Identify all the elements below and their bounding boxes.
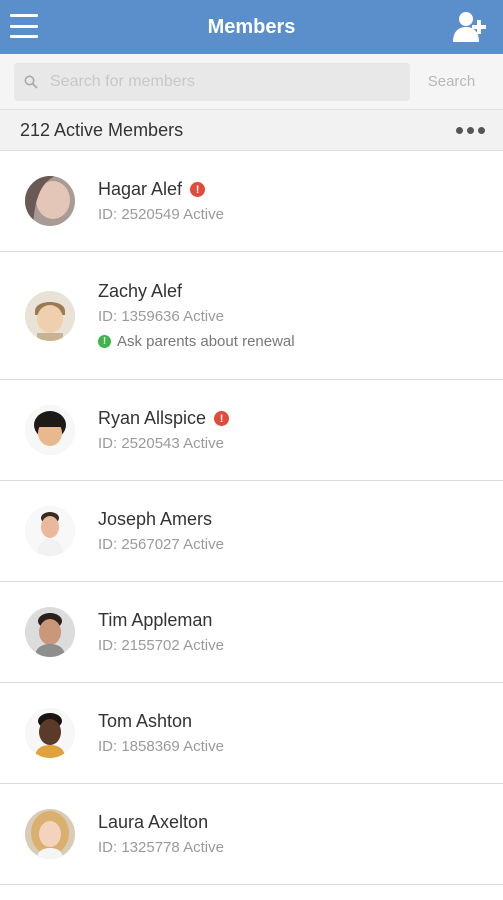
avatar — [25, 176, 75, 226]
member-row[interactable]: Joseph Amers ID: 2567027 Active — [0, 481, 503, 582]
search-field — [14, 62, 410, 101]
member-row[interactable]: Hagar Alef ! ID: 2520549 Active — [0, 151, 503, 252]
member-note: ! Ask parents about renewal — [98, 333, 295, 350]
member-id-status: ID: 2155702 Active — [98, 637, 224, 654]
search-bar: Search — [0, 54, 503, 109]
members-screen: Members Search 212 Active Members — [0, 0, 503, 900]
avatar — [25, 405, 75, 455]
member-name: Tim Appleman — [98, 610, 213, 630]
alert-icon: ! — [214, 411, 230, 426]
member-name: Tom Ashton — [98, 711, 193, 731]
member-name: Laura Axelton — [98, 812, 209, 832]
member-name: Joseph Amers — [98, 509, 213, 529]
avatar — [25, 809, 75, 859]
member-row[interactable]: Ryan Allspice ! ID: 2520543 Active — [0, 380, 503, 481]
active-member-count: 212 Active Members — [20, 119, 184, 140]
member-id-status: ID: 1359636 Active — [98, 308, 224, 325]
member-id-status: ID: 1325778 Active — [98, 839, 224, 856]
note-icon: ! — [98, 335, 111, 348]
member-name: Zachy Alef — [98, 281, 183, 301]
app-header: Members — [0, 0, 503, 54]
avatar — [25, 708, 75, 758]
member-note-text: Ask parents about renewal — [117, 333, 295, 350]
member-id-status: ID: 2520549 Active — [98, 206, 224, 223]
member-id-status: ID: 2567027 Active — [98, 536, 224, 553]
member-name: Hagar Alef — [98, 179, 183, 199]
alert-icon: ! — [190, 182, 206, 197]
more-options-icon[interactable] — [452, 123, 489, 138]
add-member-icon[interactable] — [451, 10, 489, 44]
member-id-status: ID: 1858369 Active — [98, 738, 224, 755]
page-title: Members — [207, 15, 296, 38]
hamburger-menu-icon[interactable] — [10, 14, 38, 38]
avatar — [25, 290, 75, 341]
member-name: Ryan Allspice — [98, 408, 207, 428]
member-row[interactable]: Tom Ashton ID: 1858369 Active — [0, 683, 503, 784]
member-row[interactable]: Tim Appleman ID: 2155702 Active — [0, 582, 503, 683]
search-button[interactable]: Search — [410, 73, 493, 90]
member-row[interactable]: Laura Axelton ID: 1325778 Active — [0, 784, 503, 885]
member-row[interactable]: Zachy Alef ID: 1359636 Active ! Ask pare… — [0, 252, 503, 380]
avatar — [25, 607, 75, 657]
member-count-bar: 212 Active Members — [0, 109, 503, 151]
avatar — [25, 506, 75, 556]
member-list: Hagar Alef ! ID: 2520549 Active Zachy Al… — [0, 151, 503, 885]
search-icon — [24, 75, 38, 89]
member-id-status: ID: 2520543 Active — [98, 435, 224, 452]
search-input[interactable] — [50, 72, 370, 91]
